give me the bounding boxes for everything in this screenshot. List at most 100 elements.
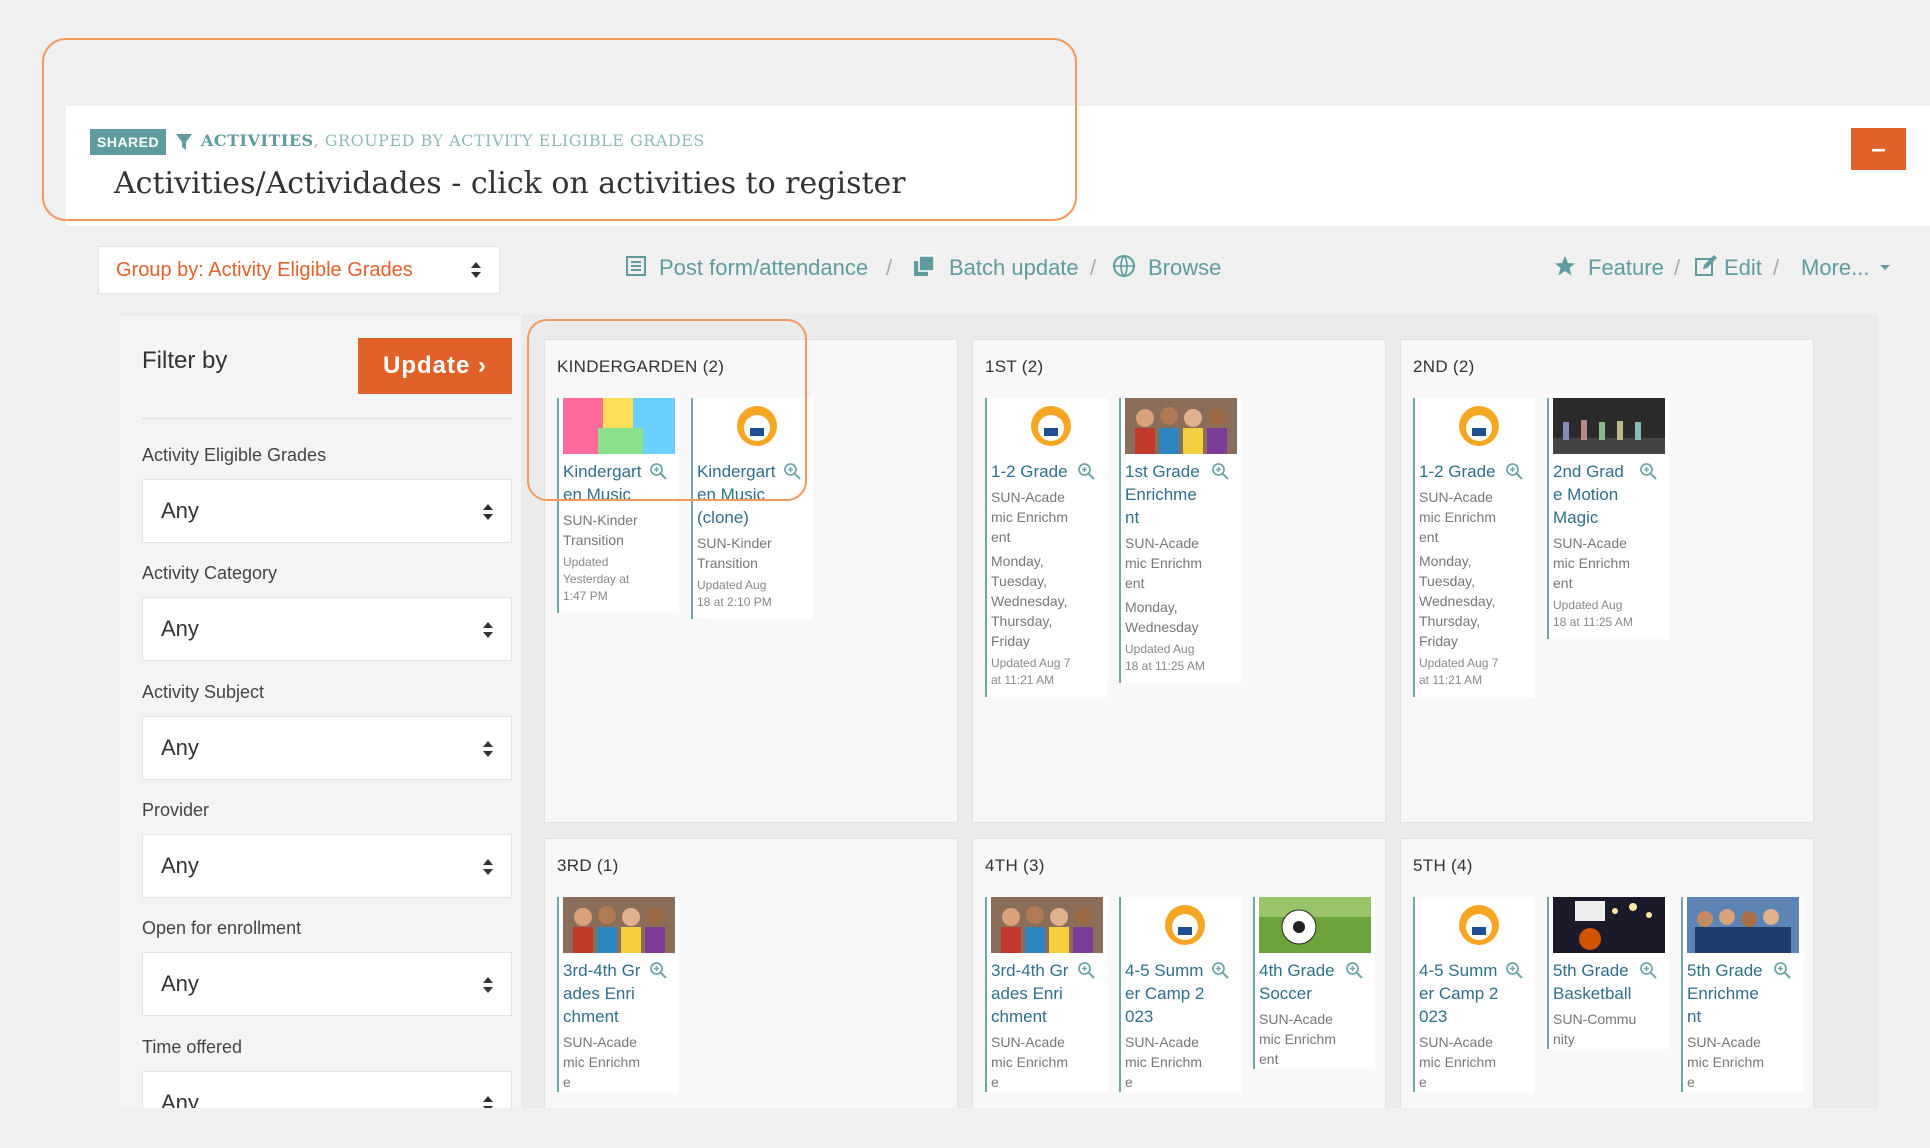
- activity-updated: Updated Aug 7 at 11:21 AM: [1419, 656, 1499, 687]
- globe-icon: [1113, 255, 1135, 277]
- group-photo[interactable]: [1687, 897, 1799, 953]
- activity-card[interactable]: 1-2 Grade SUN-Academic Enrichment Monday, …: [985, 398, 1107, 697]
- logo-image[interactable]: [991, 398, 1103, 454]
- activity-card[interactable]: 5th Grade Basketball SUN-Community: [1547, 897, 1669, 1049]
- basketball-photo[interactable]: [1553, 897, 1665, 953]
- activity-name[interactable]: 5th Grade Enrichment: [1687, 959, 1767, 1028]
- activity-updated: Updated Aug 18 at 11:25 AM: [1553, 598, 1633, 629]
- zoom-in-icon[interactable]: [1211, 462, 1229, 480]
- batch-icon: [914, 255, 935, 276]
- filter-select[interactable]: Any: [142, 479, 512, 543]
- activity-card[interactable]: 1-2 Grade SUN-Academic Enrichment Monday, …: [1413, 398, 1535, 697]
- activity-category: SUN-Academic Enrichme: [1125, 1034, 1203, 1090]
- activity-name[interactable]: 5th Grade Basketball: [1553, 959, 1633, 1005]
- star-icon: [1555, 256, 1575, 276]
- activity-card[interactable]: 3rd-4th Grades Enrichment SUN-Academic En…: [985, 897, 1107, 1092]
- activity-card[interactable]: 4-5 Summer Camp 2023 SUN-Academic Enrichm…: [1119, 897, 1241, 1092]
- logo-image[interactable]: [1125, 897, 1237, 953]
- zoom-in-icon[interactable]: [1505, 462, 1523, 480]
- grade-group-title: 4TH (3): [985, 856, 1045, 875]
- activity-name[interactable]: 4th Grade Soccer: [1259, 959, 1339, 1005]
- update-button[interactable]: Update ›: [358, 338, 512, 394]
- activity-category: SUN-Academic Enrichment: [991, 489, 1069, 545]
- stage-photo[interactable]: [1553, 398, 1665, 454]
- edit-icon: [1695, 255, 1717, 276]
- filter-select[interactable]: Any: [142, 597, 512, 661]
- activity-category: SUN-Academic Enrichment: [1553, 535, 1631, 591]
- caret-down-icon: [1880, 265, 1890, 270]
- logo-image[interactable]: [1419, 398, 1531, 454]
- filter-title: Filter by: [142, 347, 228, 374]
- activity-name[interactable]: 3rd-4th Grades Enrichment: [991, 959, 1071, 1028]
- browse-link[interactable]: Browse: [1148, 254, 1221, 282]
- toolbar-separator: /: [886, 255, 893, 280]
- activity-name[interactable]: 1-2 Grade: [1419, 460, 1499, 483]
- toolbar-separator: /: [1773, 255, 1780, 280]
- activity-card[interactable]: 5th Grade Enrichment SUN-Academic Enrichm…: [1681, 897, 1803, 1092]
- filter-label: Activity Eligible Grades: [142, 445, 327, 465]
- filter-label: Open for enrollment: [142, 918, 302, 938]
- filter-select-value: Any: [161, 735, 199, 760]
- activity-category: SUN-Academic Enrichment: [1125, 535, 1203, 591]
- page-bottom: [0, 1108, 1930, 1148]
- activity-category: SUN-Academic Enrichme: [563, 1034, 641, 1090]
- kids-photo[interactable]: [991, 897, 1103, 953]
- activity-updated: Updated Yesterday at 1:47 PM: [563, 555, 630, 603]
- zoom-in-icon[interactable]: [1077, 961, 1095, 979]
- grade-group: 3RD (1) 3rd-4th Grades Enrichment SUN-Aca…: [544, 838, 958, 1148]
- activity-card[interactable]: 3rd-4th Grades Enrichment SUN-Academic En…: [557, 897, 679, 1092]
- activity-category: SUN-Academic Enrichment: [1259, 1011, 1337, 1067]
- zoom-in-icon[interactable]: [1639, 961, 1657, 979]
- sort-arrows-icon: [483, 977, 493, 993]
- more-menu[interactable]: More...: [1801, 254, 1869, 282]
- group-by-select[interactable]: Group by: Activity Eligible Grades: [98, 246, 500, 294]
- highlight-annotation: [42, 38, 1077, 221]
- zoom-in-icon[interactable]: [1077, 462, 1095, 480]
- filter-label: Activity Subject: [142, 682, 265, 702]
- activity-name[interactable]: 2nd Grade Motion Magic: [1553, 460, 1633, 529]
- zoom-in-icon[interactable]: [1773, 961, 1791, 979]
- batch-update-link[interactable]: Batch update: [949, 254, 1079, 282]
- edit-link[interactable]: Edit: [1724, 254, 1762, 282]
- zoom-in-icon[interactable]: [1211, 961, 1229, 979]
- zoom-in-icon[interactable]: [1505, 961, 1523, 979]
- highlight-annotation: [527, 319, 807, 501]
- post-form-link[interactable]: Post form/attendance: [659, 254, 868, 282]
- grade-group-title: 3RD (1): [557, 856, 619, 875]
- logo-image[interactable]: [1419, 897, 1531, 953]
- activity-category: SUN-Community: [1553, 1011, 1637, 1047]
- activity-name[interactable]: 3rd-4th Grades Enrichment: [563, 959, 643, 1028]
- grade-group-title: 1ST (2): [985, 357, 1044, 376]
- filter-select-value: Any: [161, 971, 199, 996]
- collapse-button[interactable]: –: [1851, 128, 1906, 170]
- filter-select[interactable]: Any: [142, 834, 512, 898]
- kids-photo[interactable]: [563, 897, 675, 953]
- activity-name[interactable]: 4-5 Summer Camp 2023: [1419, 959, 1499, 1028]
- activity-card[interactable]: 4-5 Summer Camp 2023 SUN-Academic Enrichm…: [1413, 897, 1535, 1092]
- sort-arrows-icon: [483, 622, 493, 638]
- filter-select[interactable]: Any: [142, 952, 512, 1016]
- activity-category: SUN-Academic Enrichment: [1419, 489, 1497, 545]
- filter-label: Provider: [142, 800, 210, 820]
- grade-group: 2ND (2) 1-2 Grade SUN-Academic Enrichment…: [1400, 339, 1814, 823]
- feature-link[interactable]: Feature: [1588, 254, 1664, 282]
- activity-card[interactable]: 4th Grade Soccer SUN-Academic Enrichment: [1253, 897, 1375, 1069]
- toolbar-separator: /: [1090, 255, 1097, 280]
- kids-photo[interactable]: [1125, 398, 1237, 454]
- zoom-in-icon[interactable]: [649, 961, 667, 979]
- activity-name[interactable]: 1st Grade Enrichment: [1125, 460, 1205, 529]
- soccer-photo[interactable]: [1259, 897, 1371, 953]
- activity-card[interactable]: 2nd Grade Motion Magic SUN-Academic Enric…: [1547, 398, 1669, 639]
- filter-select[interactable]: Any: [142, 716, 512, 780]
- activity-name[interactable]: 4-5 Summer Camp 2023: [1125, 959, 1205, 1028]
- sort-arrows-icon: [483, 504, 493, 520]
- filter-label: Activity Category: [142, 563, 278, 583]
- divider: [142, 418, 512, 419]
- grade-group-title: 2ND (2): [1413, 357, 1475, 376]
- toolbar-separator: /: [1674, 255, 1681, 280]
- activity-days: Monday, Tuesday, Wednesday, Thursday, Fr…: [1419, 553, 1496, 649]
- zoom-in-icon[interactable]: [1639, 462, 1657, 480]
- activity-card[interactable]: 1st Grade Enrichment SUN-Academic Enrichm…: [1119, 398, 1241, 683]
- zoom-in-icon[interactable]: [1345, 961, 1363, 979]
- activity-name[interactable]: 1-2 Grade: [991, 460, 1071, 483]
